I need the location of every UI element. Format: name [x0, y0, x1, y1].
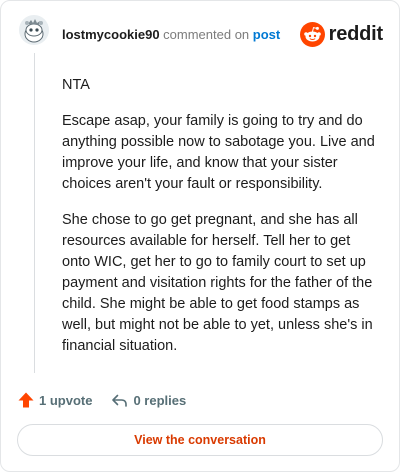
reply-arrow-icon: [111, 392, 128, 409]
replies-count: 0 replies: [133, 392, 187, 408]
comment-paragraph: Escape asap, your family is going to try…: [62, 113, 375, 192]
comment-header: lostmycookie90 commented on post: [62, 27, 280, 43]
user-avatar-icon[interactable]: [19, 15, 49, 45]
username-link[interactable]: lostmycookie90: [62, 27, 160, 42]
comment-footer: 1 upvote 0 replies: [17, 390, 186, 410]
reddit-brand[interactable]: reddit: [299, 21, 384, 47]
comment-body: NTA Escape asap, your family is going to…: [62, 75, 380, 372]
reddit-wordmark: reddit: [328, 23, 384, 45]
upvote-arrow-icon: [17, 391, 35, 409]
thread-line[interactable]: [34, 53, 35, 373]
comment-card: lostmycookie90 commented on post reddit …: [0, 0, 400, 472]
upvote-button[interactable]: 1 upvote: [17, 391, 92, 409]
replies-button[interactable]: 0 replies: [92, 392, 186, 409]
view-conversation-button[interactable]: View the conversation: [17, 424, 383, 456]
comment-paragraph: She chose to go get pregnant, and she ha…: [62, 212, 373, 354]
upvote-count: 1 upvote: [39, 392, 93, 408]
reddit-logo-icon: [299, 21, 325, 47]
commented-on-text: commented on: [163, 27, 250, 42]
post-link[interactable]: post: [253, 27, 280, 42]
comment-paragraph: NTA: [62, 77, 90, 93]
